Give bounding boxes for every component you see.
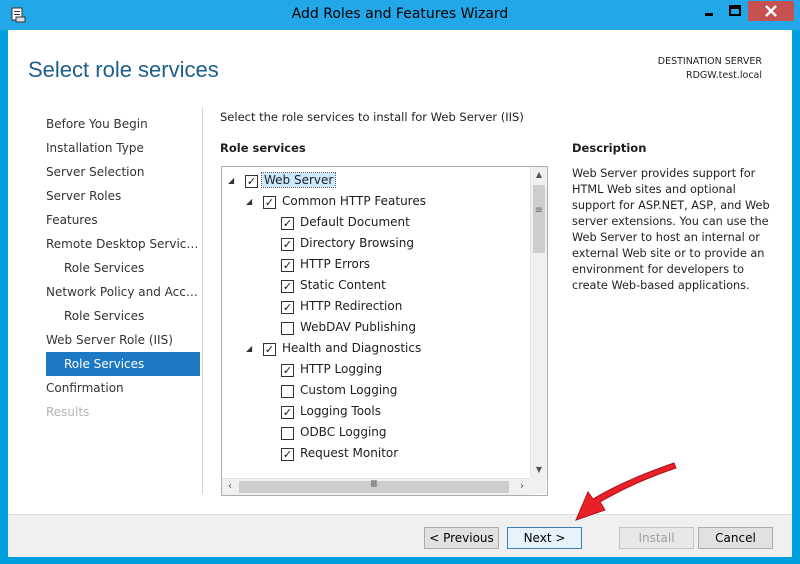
nav-item[interactable]: Installation Type xyxy=(46,136,200,160)
scroll-down-icon[interactable]: ▼ xyxy=(531,462,547,478)
close-icon xyxy=(765,5,777,17)
checkbox[interactable]: ✓ xyxy=(263,196,276,209)
expand-icon[interactable]: ◢ xyxy=(246,344,252,353)
wizard-nav: Before You Begin Installation Type Server … xyxy=(46,112,200,424)
tree-item-label[interactable]: Web Server xyxy=(260,172,337,188)
nav-item[interactable]: Confirmation xyxy=(46,376,200,400)
maximize-icon xyxy=(729,5,741,16)
horizontal-scrollbar[interactable]: ‹ Ⅲ › xyxy=(222,478,530,495)
instruction-text: Select the role services to install for … xyxy=(220,110,524,124)
nav-item[interactable]: Role Services xyxy=(46,256,200,280)
red-arrow-annotation xyxy=(575,462,677,521)
checkbox[interactable]: ✓ xyxy=(281,301,294,314)
checkbox[interactable]: ✓ xyxy=(263,343,276,356)
nav-item[interactable]: Server Selection xyxy=(46,160,200,184)
maximize-button[interactable] xyxy=(722,1,748,21)
tree-item-label[interactable]: Static Content xyxy=(298,278,388,292)
nav-item[interactable]: Remote Desktop Services xyxy=(46,232,200,256)
minimize-button[interactable] xyxy=(696,1,722,21)
tree-row[interactable]: ✓ HTTP Errors xyxy=(222,255,530,276)
tree-row[interactable]: ✓ Directory Browsing xyxy=(222,234,530,255)
checkbox[interactable]: ✓ xyxy=(281,448,294,461)
nav-item[interactable]: Server Roles xyxy=(46,184,200,208)
scroll-up-icon[interactable]: ▲ xyxy=(531,167,547,183)
grip-icon: Ⅲ xyxy=(370,479,378,490)
checkbox[interactable]: ✓ xyxy=(281,280,294,293)
tree-row[interactable]: ✓ HTTP Redirection xyxy=(222,297,530,318)
tree-rows: ◢ ✓ Web Server ◢ ✓ Common HTTP Features ✓ Defau… xyxy=(222,171,530,471)
tree-item-label[interactable]: ODBC Logging xyxy=(298,425,389,439)
window-title: Add Roles and Features Wizard xyxy=(291,6,509,22)
tree-row[interactable]: ◢ ✓ Web Server xyxy=(222,171,530,192)
tree-row[interactable]: ✓ HTTP Logging xyxy=(222,360,530,381)
nav-item: Results xyxy=(46,405,90,419)
expand-icon[interactable]: ◢ xyxy=(228,176,234,185)
checkbox[interactable]: ✓ xyxy=(281,217,294,230)
horizontal-scroll-thumb[interactable]: Ⅲ xyxy=(239,479,509,493)
tree-item-label[interactable]: WebDAV Publishing xyxy=(298,320,418,334)
tree-row[interactable]: ◢ ✓ Common HTTP Features xyxy=(222,192,530,213)
nav-item[interactable]: Role Services xyxy=(46,304,200,328)
page-title: Select role services xyxy=(28,57,219,82)
tree-item-label[interactable]: Custom Logging xyxy=(298,383,399,397)
checkbox[interactable]: ✓ xyxy=(281,364,294,377)
tree-item-label[interactable]: HTTP Redirection xyxy=(298,299,404,313)
vertical-scrollbar[interactable]: ▲ ≡ ▼ xyxy=(530,167,547,478)
tree-row[interactable]: ✓ Request Monitor xyxy=(222,444,530,465)
next-button[interactable]: Next > xyxy=(507,527,582,549)
tree-item-label[interactable]: Health and Diagnostics xyxy=(280,341,423,355)
checkbox[interactable]: ✓ xyxy=(281,259,294,272)
tree-row[interactable]: ✓ Default Document xyxy=(222,213,530,234)
scroll-left-icon[interactable]: ‹ xyxy=(222,479,238,495)
minimize-icon xyxy=(705,13,713,16)
tree-row[interactable]: ODBC Logging xyxy=(222,423,530,444)
scroll-right-icon[interactable]: › xyxy=(514,479,530,495)
checkbox[interactable] xyxy=(281,385,294,398)
checkbox[interactable]: ✓ xyxy=(281,238,294,251)
checkbox[interactable]: ✓ xyxy=(245,175,258,188)
grip-icon: ≡ xyxy=(534,205,544,216)
nav-item[interactable]: Before You Begin xyxy=(46,112,200,136)
tree-item-label[interactable]: Request Monitor xyxy=(298,446,400,460)
role-services-heading: Role services xyxy=(220,141,306,155)
nav-item[interactable]: Role Services xyxy=(46,352,200,376)
tree-item-label[interactable]: Directory Browsing xyxy=(298,236,416,250)
tree-item-label[interactable]: HTTP Errors xyxy=(298,257,372,271)
checkbox[interactable] xyxy=(281,427,294,440)
nav-item[interactable]: Network Policy and Acces... xyxy=(46,280,200,304)
tree-item-label[interactable]: HTTP Logging xyxy=(298,362,384,376)
destination-server: DESTINATION SERVER RDGW.test.local xyxy=(658,55,762,83)
close-button[interactable] xyxy=(748,1,794,21)
tree-item-label[interactable]: Default Document xyxy=(298,215,412,229)
scrollbar-corner xyxy=(530,478,546,494)
tree-row[interactable]: WebDAV Publishing xyxy=(222,318,530,339)
expand-icon[interactable]: ◢ xyxy=(246,197,252,206)
checkbox[interactable]: ✓ xyxy=(281,406,294,419)
title-bar: Add Roles and Features Wizard xyxy=(0,0,800,30)
tree-row[interactable]: ✓ Logging Tools xyxy=(222,402,530,423)
previous-button[interactable]: < Previous xyxy=(424,527,499,549)
destination-label: DESTINATION SERVER xyxy=(657,56,762,67)
tree-row[interactable]: ✓ Static Content xyxy=(222,276,530,297)
role-services-tree[interactable]: ◢ ✓ Web Server ◢ ✓ Common HTTP Features ✓ Defau… xyxy=(221,166,548,496)
checkbox[interactable] xyxy=(281,322,294,335)
tree-item-label[interactable]: Logging Tools xyxy=(298,404,383,418)
nav-divider xyxy=(202,108,203,494)
vertical-scroll-thumb[interactable]: ≡ xyxy=(533,185,545,253)
description-text: Web Server provides support for HTML Web… xyxy=(572,167,770,292)
nav-item[interactable]: Web Server Role (IIS) xyxy=(46,328,200,352)
tree-item-label[interactable]: Common HTTP Features xyxy=(280,194,428,208)
tree-row[interactable]: Custom Logging xyxy=(222,381,530,402)
description-heading: Description xyxy=(572,141,647,155)
destination-server-name: RDGW.test.local xyxy=(686,70,762,81)
cancel-button[interactable]: Cancel xyxy=(698,527,773,549)
nav-item[interactable]: Features xyxy=(46,208,200,232)
tree-row[interactable]: ◢ ✓ Health and Diagnostics xyxy=(222,339,530,360)
install-button: Install xyxy=(619,527,694,549)
